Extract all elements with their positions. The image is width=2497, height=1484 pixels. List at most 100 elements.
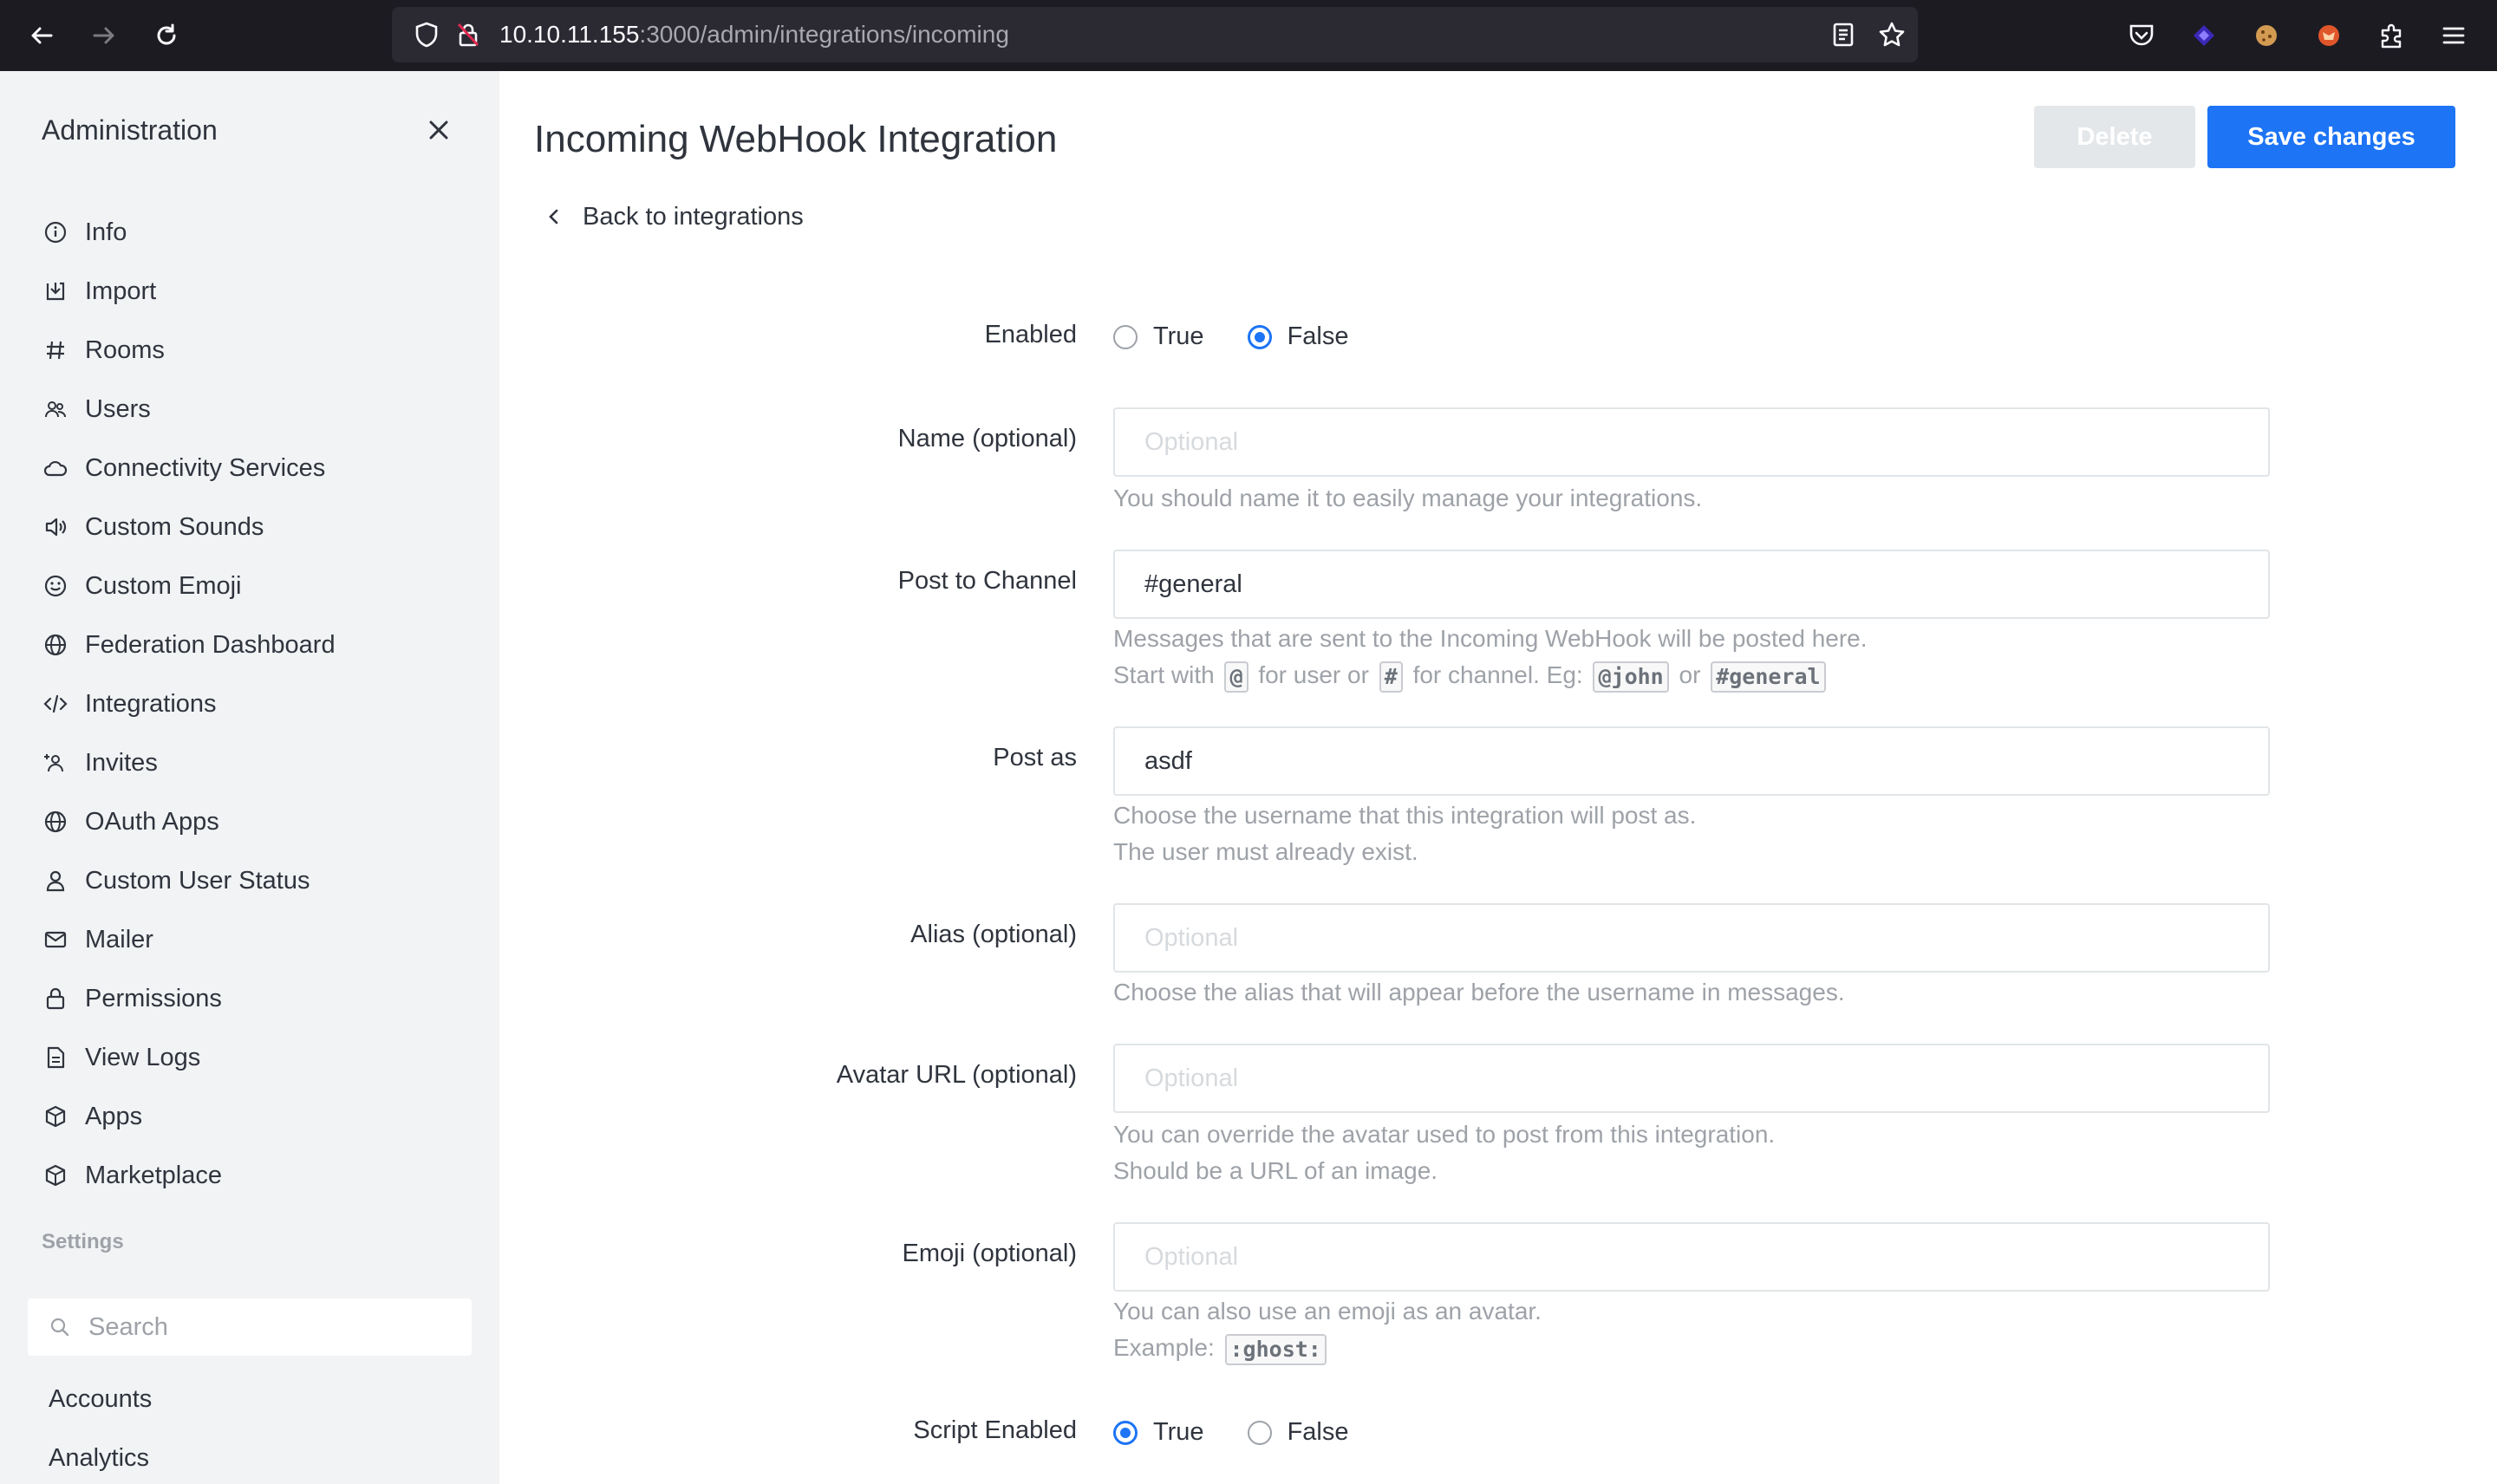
enabled-false-option[interactable]: False [1247,322,1348,351]
browser-toolbar: 10.10.11.155:3000/admin/integrations/inc… [0,0,2497,71]
alias-label: Alias (optional) [910,921,1077,948]
emoji-icon [43,574,68,598]
sidebar-item-label: Integrations [85,689,217,718]
script-true-label: True [1153,1418,1204,1446]
sidebar-item-label: OAuth Apps [85,807,219,836]
name-label: Name (optional) [897,425,1077,452]
shield-icon[interactable] [407,16,446,54]
script-false-label: False [1287,1418,1349,1446]
forward-arrow-icon[interactable] [85,16,123,55]
reader-view-icon[interactable] [1824,16,1862,54]
sidebar-title: Administration [42,114,218,146]
name-hint: You should name it to easily manage your… [1113,485,1703,511]
sidebar-item-label: Federation Dashboard [85,630,336,659]
info-icon [43,220,68,244]
file-icon [43,1045,68,1070]
close-icon[interactable] [420,111,458,149]
sidebar-item-permissions[interactable]: Permissions [0,969,499,1028]
sidebar-item-marketplace[interactable]: Marketplace [0,1146,499,1205]
enabled-false-radio[interactable] [1247,324,1272,349]
globe-icon [43,633,68,657]
sidebar-item-label: Custom Sounds [85,512,264,541]
sidebar-item-custom-user-status[interactable]: Custom User Status [0,851,499,910]
hashtag-icon [43,338,68,362]
settings-section-label: Settings [42,1230,124,1253]
back-arrow-icon[interactable] [23,16,61,55]
sidebar-item-import[interactable]: Import [0,262,499,321]
url-path: :3000/admin/integrations/incoming [639,21,1009,48]
reload-icon[interactable] [147,16,186,55]
sidebar-item-label: Custom User Status [85,866,310,895]
delete-button[interactable]: Delete [2034,106,2195,168]
sidebar-item-users[interactable]: Users [0,380,499,439]
sidebar-item-label: Marketplace [85,1161,222,1189]
script-false-option[interactable]: False [1247,1418,1349,1447]
extensions-puzzle-icon[interactable] [2372,16,2410,55]
code-hash: # [1379,661,1403,693]
emoji-input[interactable] [1113,1222,2270,1292]
address-bar[interactable]: 10.10.11.155:3000/admin/integrations/inc… [392,7,1918,62]
post-as-input[interactable] [1113,726,2270,796]
sidebar-item-federation-dashboard[interactable]: Federation Dashboard [0,615,499,674]
sidebar-item-label: Users [85,394,151,423]
sidebar-item-rooms[interactable]: Rooms [0,321,499,380]
hint-text: for user or [1258,661,1369,688]
insecure-lock-icon[interactable] [449,16,487,54]
script-enabled-label: Script Enabled [913,1416,1077,1444]
url-text: 10.10.11.155:3000/admin/integrations/inc… [499,7,1009,62]
hint-text: for channel. Eg: [1412,661,1583,688]
enabled-radio-group: True False [1113,322,1392,351]
sidebar-item-connectivity-services[interactable]: Connectivity Services [0,439,499,498]
hamburger-menu-icon[interactable] [2435,16,2473,55]
sidebar-item-label: Rooms [85,335,165,364]
sidebar-item-info[interactable]: Info [0,203,499,262]
cube-icon [43,1163,68,1188]
sidebar-item-integrations[interactable]: Integrations [0,674,499,733]
sidebar-item-invites[interactable]: Invites [0,733,499,792]
sidebar-item-label: Invites [85,748,158,777]
post-as-label: Post as [993,744,1077,771]
sidebar-item-oauth-apps[interactable]: OAuth Apps [0,792,499,851]
script-true-option[interactable]: True [1113,1418,1204,1447]
post-as-hint-line1: Choose the username that this integratio… [1113,802,1697,829]
script-true-radio[interactable] [1113,1420,1138,1445]
extension-purple-icon[interactable] [2185,16,2223,55]
foxyproxy-icon[interactable] [2310,16,2348,55]
main-content: Incoming WebHook Integration Delete Save… [499,71,2497,1484]
user-icon [43,869,68,893]
sidebar-item-custom-emoji[interactable]: Custom Emoji [0,556,499,615]
settings-item-analytics[interactable]: Analytics [49,1442,149,1474]
import-icon [43,279,68,303]
sidebar-item-view-logs[interactable]: View Logs [0,1028,499,1087]
bookmark-star-icon[interactable] [1873,16,1911,54]
hint-text: Start with [1113,661,1215,688]
sidebar-item-custom-sounds[interactable]: Custom Sounds [0,498,499,556]
settings-search-input[interactable] [88,1312,453,1342]
alias-input[interactable] [1113,903,2270,973]
script-false-radio[interactable] [1247,1420,1272,1445]
pocket-icon[interactable] [2122,16,2161,55]
code-general: #general [1711,661,1826,693]
settings-item-accounts[interactable]: Accounts [49,1383,152,1415]
hint-text: Example: [1113,1334,1215,1361]
sidebar-item-label: Mailer [85,925,153,954]
avatar-url-label: Avatar URL (optional) [836,1061,1077,1089]
settings-search[interactable] [28,1298,472,1356]
sidebar-item-mailer[interactable]: Mailer [0,910,499,969]
avatar-url-input[interactable] [1113,1044,2270,1113]
lock-icon [43,986,68,1011]
name-input[interactable] [1113,407,2270,477]
cookie-icon[interactable] [2247,16,2285,55]
avatar-hint-line2: Should be a URL of an image. [1113,1157,1438,1184]
sidebar-item-label: Import [85,277,157,305]
channel-hint-line1: Messages that are sent to the Incoming W… [1113,625,1868,652]
save-changes-button[interactable]: Save changes [2207,106,2455,168]
enabled-true-option[interactable]: True [1113,322,1204,351]
avatar-hint-line1: You can override the avatar used to post… [1113,1121,1776,1148]
script-enabled-radio-group: True False [1113,1418,1392,1447]
back-to-integrations-link[interactable]: Back to integrations [541,199,804,234]
sidebar-item-apps[interactable]: Apps [0,1087,499,1146]
sidebar-nav: Info Import Rooms Users Connectivity Ser… [0,203,499,1205]
enabled-true-radio[interactable] [1113,324,1138,349]
post-to-channel-input[interactable] [1113,550,2270,619]
